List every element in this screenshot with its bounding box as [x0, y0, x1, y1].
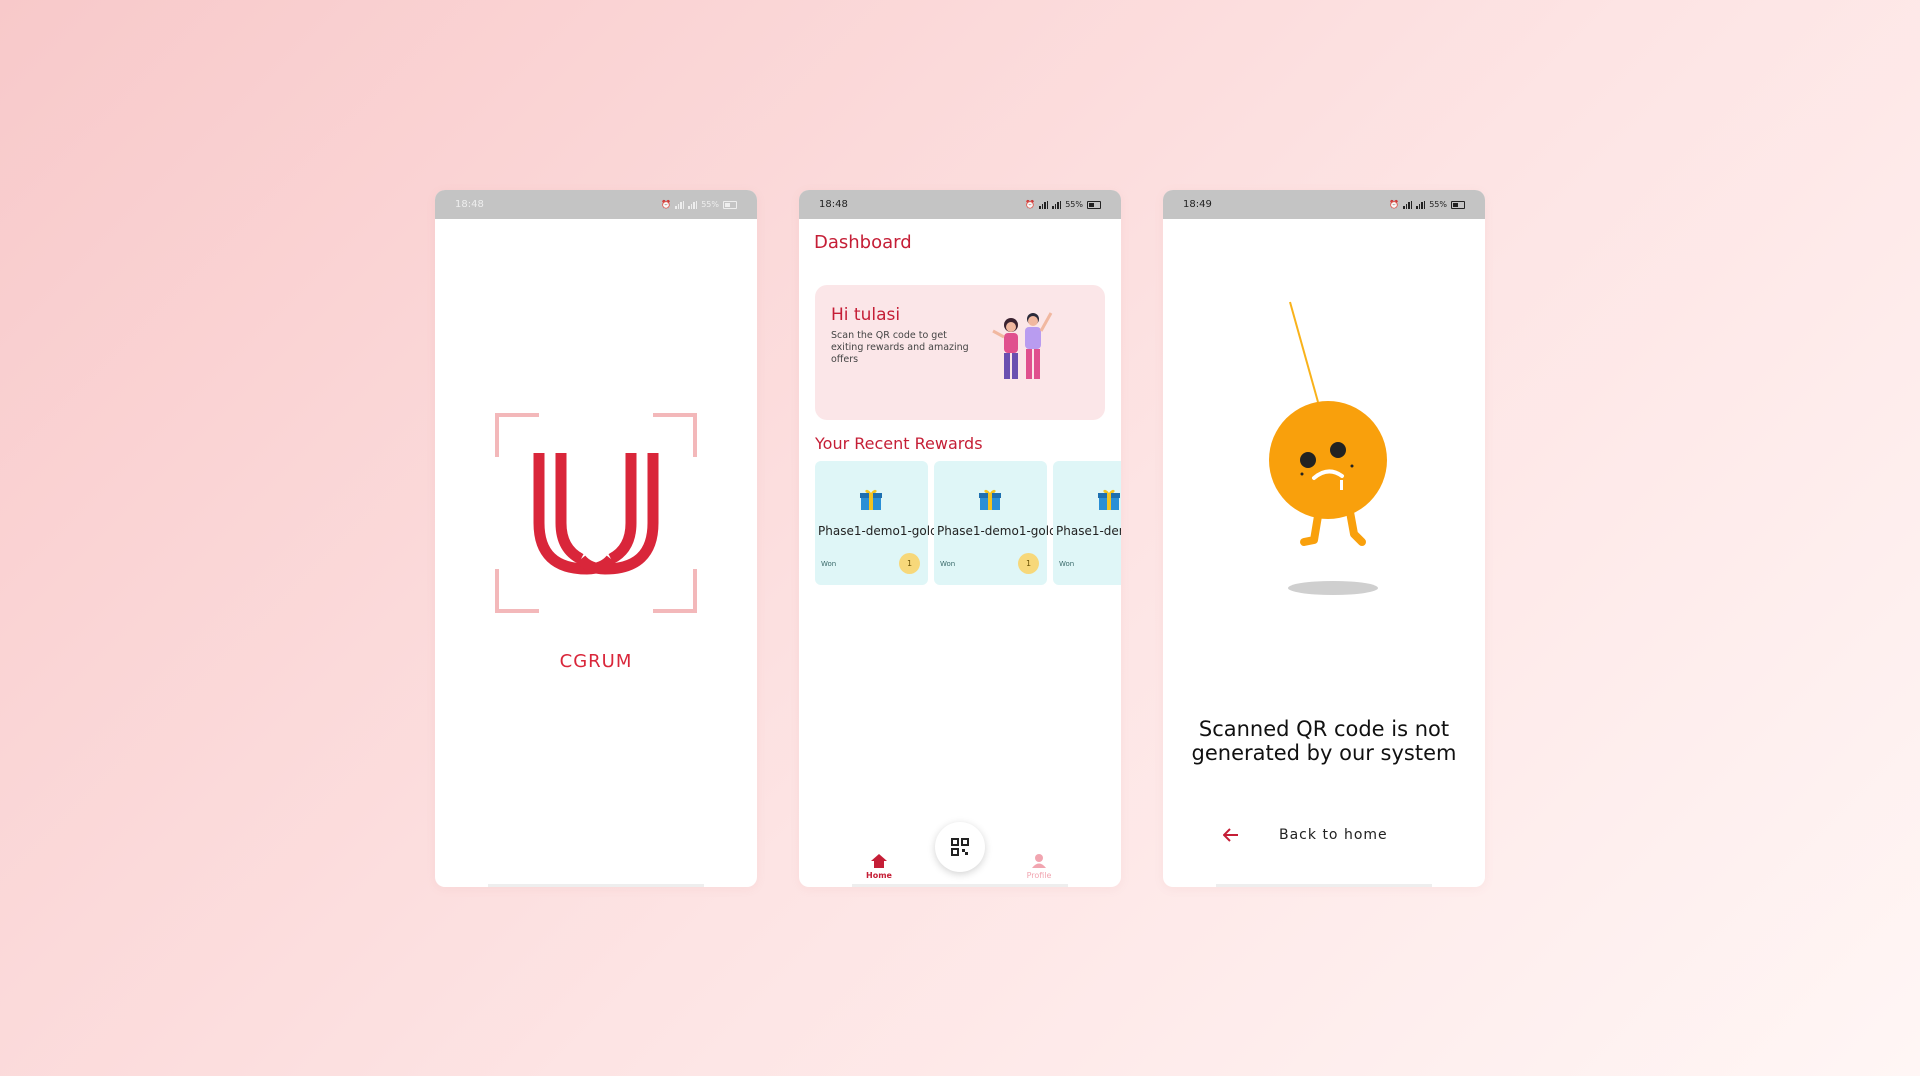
- reward-status: Won: [821, 560, 837, 568]
- signal-icon: [675, 200, 685, 209]
- profile-icon: [1032, 854, 1046, 868]
- people-waving-illustration: [992, 312, 1053, 379]
- home-indicator: [852, 884, 1068, 887]
- home-icon: [871, 854, 887, 868]
- nav-profile[interactable]: Profile: [1009, 853, 1069, 880]
- reward-status: Won: [1059, 560, 1075, 568]
- alarm-icon: ⏰: [1025, 200, 1036, 209]
- reward-card[interactable]: Phase1-demo1-gold Won 1: [815, 461, 938, 585]
- sad-emoji-illustration: [1269, 301, 1387, 595]
- home-indicator: [1216, 884, 1432, 887]
- arrow-left-icon: [1223, 828, 1238, 842]
- status-icons: ⏰ 55%: [1389, 200, 1465, 209]
- greeting-card: Hi tulasi Scan the QR code to get exitin…: [815, 285, 1105, 420]
- splash-screen: 18:48 ⏰ 55% CGRUM: [435, 190, 757, 887]
- signal-icon: [1052, 200, 1062, 209]
- status-time: 18:48: [819, 199, 848, 210]
- dashboard-screen: 18:48 ⏰ 55% Dashboard Hi tulasi Scan the…: [799, 190, 1121, 887]
- back-to-home-label: Back to home: [1279, 827, 1388, 843]
- alarm-icon: ⏰: [661, 200, 672, 209]
- qr-code-icon: [951, 838, 969, 856]
- reward-count-badge: 1: [1018, 553, 1039, 574]
- nav-home-label: Home: [866, 871, 892, 880]
- battery-percent: 55%: [1429, 200, 1447, 209]
- battery-icon: [1087, 200, 1101, 209]
- status-bar: 18:49 ⏰ 55%: [1163, 190, 1485, 219]
- error-message: Scanned QR code is not generated by our …: [1163, 717, 1485, 765]
- page-title: Dashboard: [814, 232, 912, 253]
- nav-home[interactable]: Home: [849, 853, 909, 880]
- greeting-text: Scan the QR code to get exiting rewards …: [831, 330, 969, 365]
- logo-scan-frame: [495, 413, 697, 613]
- reward-card[interactable]: Phase1-demo1-gold Won 1: [934, 461, 1057, 585]
- signal-icon: [1039, 200, 1049, 209]
- status-time: 18:48: [455, 199, 484, 210]
- home-indicator: [488, 884, 704, 887]
- gift-icon: [1098, 489, 1120, 510]
- battery-percent: 55%: [701, 200, 719, 209]
- rewards-carousel[interactable]: Phase1-demo1-gold Won 1 Phase1-demo1-gol…: [815, 461, 1121, 585]
- status-time: 18:49: [1183, 199, 1212, 210]
- reward-card[interactable]: Phase1-demo1-gold Won 1: [1053, 461, 1121, 585]
- signal-icon: [1403, 200, 1413, 209]
- status-icons: ⏰ 55%: [1025, 200, 1101, 209]
- reward-count-badge: 1: [899, 553, 920, 574]
- battery-icon: [723, 200, 737, 209]
- reward-status: Won: [940, 560, 956, 568]
- signal-icon: [1416, 200, 1426, 209]
- scan-error-screen: 18:49 ⏰ 55% Scanned QR code is not gener…: [1163, 190, 1485, 887]
- reward-name: Phase1-demo1-gold: [1056, 524, 1121, 538]
- gift-icon: [979, 489, 1001, 510]
- status-bar: 18:48 ⏰ 55%: [435, 190, 757, 219]
- error-message-line1: Scanned QR code is not: [1198, 717, 1450, 741]
- nav-profile-label: Profile: [1026, 871, 1052, 880]
- battery-percent: 55%: [1065, 200, 1083, 209]
- recent-rewards-title: Your Recent Rewards: [815, 434, 983, 453]
- error-message-line2: generated by our system: [1191, 741, 1457, 765]
- status-bar: 18:48 ⏰ 55%: [799, 190, 1121, 219]
- bottom-navigation: Home Profile: [799, 817, 1121, 887]
- brand-name: CGRUM: [559, 651, 633, 672]
- gift-icon: [860, 489, 882, 510]
- alarm-icon: ⏰: [1389, 200, 1400, 209]
- brand-logo-icon: [533, 453, 659, 575]
- signal-icon: [688, 200, 698, 209]
- battery-icon: [1451, 200, 1465, 209]
- back-to-home-button[interactable]: Back to home: [1223, 827, 1388, 843]
- greeting-name: Hi tulasi: [831, 305, 901, 325]
- status-icons: ⏰ 55%: [661, 200, 737, 209]
- scan-qr-button[interactable]: [935, 822, 985, 872]
